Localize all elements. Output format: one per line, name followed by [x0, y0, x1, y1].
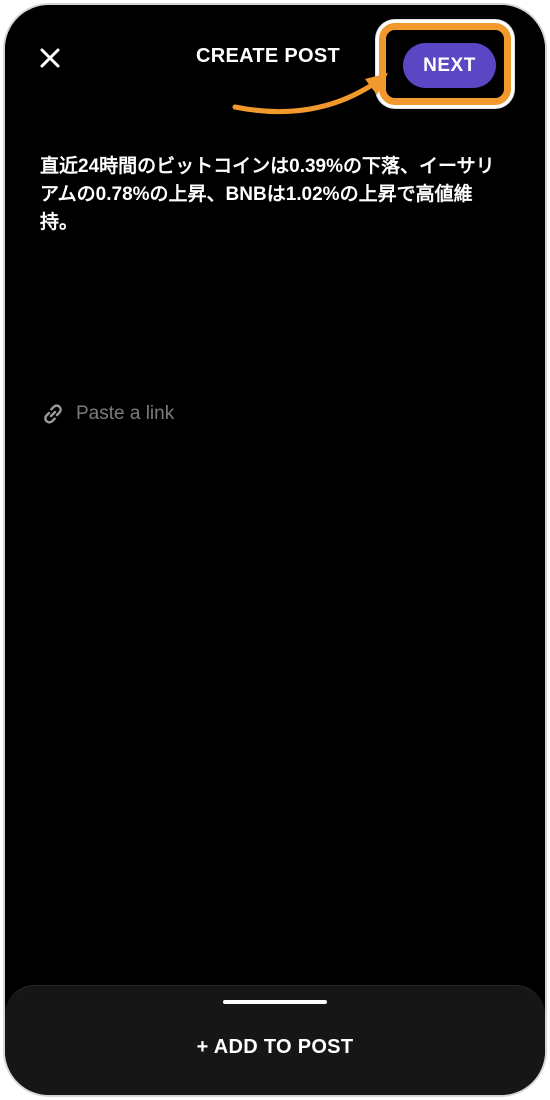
paste-link-row[interactable]: Paste a link: [40, 399, 174, 429]
link-icon: [44, 404, 62, 424]
paste-link-placeholder: Paste a link: [76, 403, 175, 424]
add-to-post-button[interactable]: + ADD TO POST: [5, 1036, 545, 1059]
sheet-drag-handle[interactable]: [223, 1000, 327, 1004]
next-button[interactable]: NEXT: [403, 43, 496, 88]
post-text[interactable]: 直近24時間のビットコインは0.39%の下落、イーサリアムの0.78%の上昇、B…: [40, 153, 510, 237]
bottom-sheet: + ADD TO POST: [5, 985, 545, 1095]
phone-frame: CREATE POST NEXT 直近24時間のビットコインは0.39%の下落、…: [3, 3, 547, 1097]
pointer-arrow-icon: [232, 73, 388, 115]
